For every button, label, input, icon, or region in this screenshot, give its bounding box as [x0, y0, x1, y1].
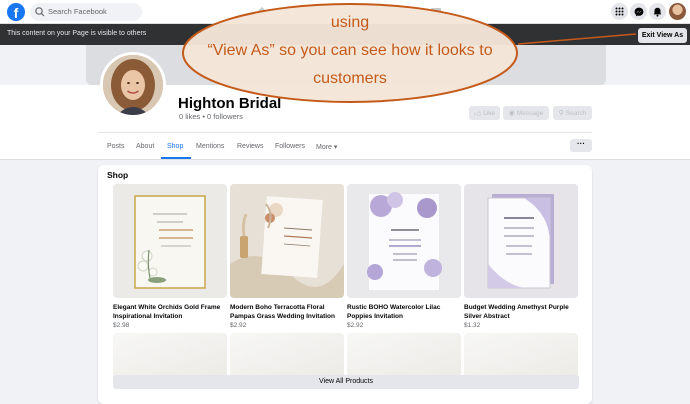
menu-grid-icon	[615, 7, 624, 16]
product-card[interactable]: Elegant White Orchids Gold Frame Inspira…	[113, 184, 227, 329]
page-likes-followers: 0 likes • 0 followers	[179, 112, 243, 121]
product-price: $2.92	[347, 322, 364, 329]
invitation-image	[113, 184, 227, 298]
more-options-button[interactable]: ···	[570, 139, 592, 152]
profile-photo-image	[103, 55, 163, 115]
view-as-banner-text: This content on your Page is visible to …	[7, 30, 147, 37]
product-card[interactable]: Rustic BOHO Watercolor Lilac Poppies Inv…	[347, 184, 461, 329]
like-button[interactable]: 👍︎ Like	[469, 106, 500, 120]
product-image[interactable]	[113, 184, 227, 298]
shop-section: Shop Elegant White Orchids Gold Frame In…	[98, 165, 592, 404]
message-button[interactable]: ◉ Message	[503, 106, 549, 120]
product-price: $1.32	[464, 322, 481, 329]
annotation-line: using	[330, 14, 370, 31]
bell-icon	[653, 7, 662, 17]
product-card[interactable]: Modern Boho Terracotta Floral Pampas Gra…	[230, 184, 344, 329]
like-button-label: Like	[483, 109, 496, 117]
search-placeholder: Search Facebook	[48, 7, 107, 16]
annotation-line: “View As” so you can see how it looks to	[207, 42, 493, 59]
view-all-products-button[interactable]: View All Products	[113, 375, 579, 389]
product-price: $2.98	[113, 322, 130, 329]
product-card[interactable]: Budget Wedding Amethyst Purple Silver Ab…	[464, 184, 578, 329]
shop-title: Shop	[107, 170, 129, 180]
tab-more[interactable]: More ▾	[316, 143, 337, 151]
tab-about[interactable]: About	[136, 143, 154, 150]
search-box[interactable]: Search Facebook	[30, 3, 142, 21]
exit-view-as-button[interactable]: Exit View As	[638, 28, 687, 43]
messenger-icon: ◉	[508, 110, 515, 117]
product-image[interactable]	[230, 184, 344, 298]
product-name[interactable]: Rustic BOHO Watercolor Lilac Poppies Inv…	[347, 304, 461, 321]
messenger-icon	[634, 7, 643, 16]
tabs-divider	[98, 132, 592, 133]
invitation-image	[347, 184, 461, 298]
tab-shop[interactable]: Shop	[167, 143, 183, 150]
product-name[interactable]: Elegant White Orchids Gold Frame Inspira…	[113, 304, 227, 321]
page-search-button[interactable]: ⚲ Search	[553, 106, 592, 120]
message-button-label: Message	[516, 109, 544, 117]
tab-followers[interactable]: Followers	[275, 143, 305, 150]
tab-mentions[interactable]: Mentions	[196, 143, 224, 150]
active-tab-indicator	[161, 157, 191, 159]
account-avatar[interactable]	[669, 3, 686, 20]
product-price: $2.92	[230, 322, 247, 329]
menu-grid-button[interactable]	[611, 3, 628, 20]
search-icon	[35, 7, 45, 17]
tab-posts[interactable]: Posts	[107, 143, 125, 150]
product-image[interactable]	[347, 184, 461, 298]
product-image[interactable]	[464, 184, 578, 298]
product-name[interactable]: Modern Boho Terracotta Floral Pampas Gra…	[230, 304, 344, 321]
annotation-line: customers	[313, 70, 387, 87]
profile-picture[interactable]	[100, 52, 166, 118]
messenger-button[interactable]	[630, 3, 647, 20]
annotation-text: using “View As” so you can see how it lo…	[180, 2, 520, 105]
tab-reviews[interactable]: Reviews	[237, 143, 263, 150]
facebook-logo[interactable]: f	[7, 3, 25, 21]
thumbs-up-icon: 👍︎	[473, 110, 482, 118]
annotation-arrow	[518, 33, 637, 45]
product-name[interactable]: Budget Wedding Amethyst Purple Silver Ab…	[464, 304, 578, 321]
search-icon: ⚲	[558, 110, 564, 117]
invitation-image	[230, 184, 344, 298]
notifications-button[interactable]	[649, 3, 666, 20]
page-search-button-label: Search	[565, 109, 587, 117]
invitation-image	[464, 184, 578, 298]
